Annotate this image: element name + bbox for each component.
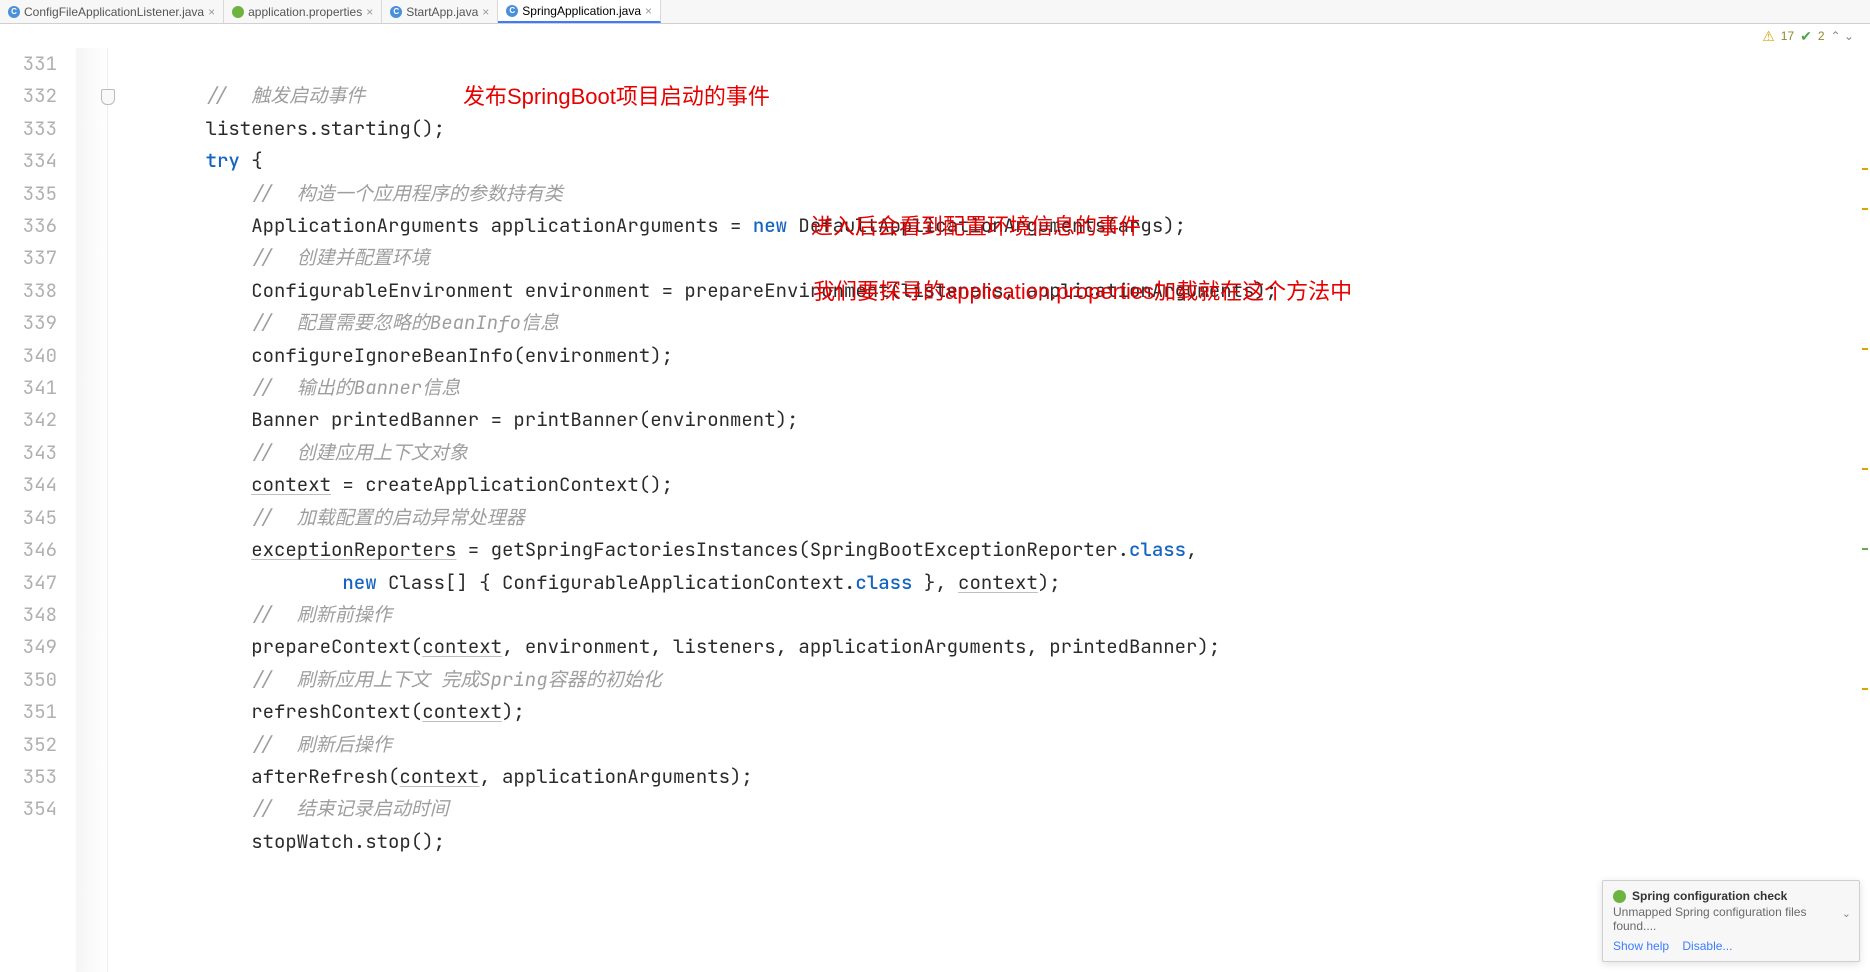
stripe-mark[interactable] — [1862, 348, 1868, 350]
tab-label: application.properties — [248, 5, 362, 19]
code-text: ); — [502, 699, 525, 724]
code-text: Class[] { ConfigurableApplicationContext… — [377, 570, 856, 595]
comment: // 刷新应用上下文 完成Spring容器的初始化 — [251, 667, 661, 692]
keyword: new — [753, 213, 787, 238]
annotation: 我们要探寻的application.properties加载就在这个方法中 — [813, 276, 1352, 308]
code-text: refreshContext( — [251, 699, 422, 724]
stripe-mark[interactable] — [1862, 688, 1868, 690]
disable-link[interactable]: Disable... — [1682, 939, 1732, 953]
tab-label: ConfigFileApplicationListener.java — [24, 5, 204, 19]
chevron-icon[interactable]: ⌃ ⌄ — [1831, 29, 1854, 43]
class-icon: C — [8, 6, 20, 18]
comment: // 刷新前操作 — [251, 602, 392, 627]
variable: context — [251, 472, 331, 497]
code-text: stopWatch.stop(); — [251, 829, 445, 854]
notification-body: Unmapped Spring configuration files foun… — [1613, 905, 1849, 933]
comment: // 创建应用上下文对象 — [251, 440, 468, 465]
comment: // 刷新后操作 — [251, 732, 392, 757]
code-text: Banner printedBanner = printBanner(envir… — [251, 407, 798, 432]
code-text: }, — [912, 570, 958, 595]
spring-icon — [1613, 890, 1626, 903]
code-text: configureIgnoreBeanInfo(environment); — [251, 343, 673, 368]
show-help-link[interactable]: Show help — [1613, 939, 1669, 953]
code-text: ); — [1038, 570, 1061, 595]
comment: // 配置需要忽略的BeanInfo信息 — [251, 310, 559, 335]
annotation: 发布SpringBoot项目启动的事件 — [463, 81, 770, 113]
chevron-down-icon[interactable]: ⌄ — [1842, 907, 1851, 920]
keyword: class — [1129, 537, 1186, 562]
stripe-mark[interactable] — [1862, 208, 1868, 210]
code-text: , environment, listeners, applicationArg… — [502, 634, 1220, 659]
inspection-status: ⚠ 17 ✔ 2 ⌃ ⌄ — [0, 24, 1870, 48]
tab-config-file-listener[interactable]: C ConfigFileApplicationListener.java × — [0, 0, 224, 23]
keyword: new — [342, 570, 376, 595]
tab-label: SpringApplication.java — [522, 4, 641, 18]
stripe-mark[interactable] — [1862, 548, 1868, 550]
line-gutter: 331 332 333 334 335 336 337 338 339 340 … — [0, 48, 76, 972]
variable: exceptionReporters — [251, 537, 456, 562]
stripe-mark[interactable] — [1862, 468, 1868, 470]
comment: // 加载配置的启动异常处理器 — [251, 505, 525, 530]
close-icon[interactable]: × — [208, 5, 215, 19]
code-text: ApplicationArguments applicationArgument… — [251, 213, 753, 238]
annotation: 进入后会看到配置环境信息的事件 — [811, 211, 1141, 243]
close-icon[interactable]: × — [645, 4, 652, 18]
code-text: prepareContext( — [251, 634, 422, 659]
code-area[interactable]: // 触发启动事件 listeners.starting(); try { //… — [108, 48, 1870, 972]
leaf-icon — [232, 6, 244, 18]
variable: context — [958, 570, 1038, 595]
tab-start-app[interactable]: C StartApp.java × — [382, 0, 498, 23]
comment: // 结束记录启动时间 — [251, 796, 449, 821]
variable: context — [422, 699, 502, 724]
comment: // 输出的Banner信息 — [251, 375, 460, 400]
class-icon: C — [390, 6, 402, 18]
variable: context — [422, 634, 502, 659]
comment: // 触发启动事件 — [206, 83, 366, 108]
shield-icon — [101, 89, 115, 105]
variable: context — [399, 764, 479, 789]
stripe-mark[interactable] — [1862, 168, 1868, 170]
tab-label: StartApp.java — [406, 5, 478, 19]
comment: // 构造一个应用程序的参数持有类 — [251, 181, 563, 206]
warning-icon: ⚠ — [1762, 28, 1775, 45]
keyword: try — [206, 148, 240, 173]
notification-spring-config[interactable]: Spring configuration check Unmapped Spri… — [1602, 880, 1860, 962]
editor-tabs: C ConfigFileApplicationListener.java × a… — [0, 0, 1870, 24]
code-editor[interactable]: 331 332 333 334 335 336 337 338 339 340 … — [0, 48, 1870, 972]
code-text: { — [240, 148, 263, 173]
code-text: afterRefresh( — [251, 764, 399, 789]
check-icon: ✔ — [1800, 28, 1812, 45]
keyword: class — [855, 570, 912, 595]
warning-count: 17 — [1781, 29, 1794, 43]
notification-links: Show help Disable... — [1613, 939, 1849, 953]
code-text: = getSpringFactoriesInstances(SpringBoot… — [456, 537, 1129, 562]
code-text: , — [1186, 537, 1197, 562]
code-text: , applicationArguments); — [479, 764, 753, 789]
class-icon: C — [506, 5, 518, 17]
code-text: = createApplicationContext(); — [331, 472, 673, 497]
green-count: 2 — [1818, 29, 1825, 43]
tab-application-properties[interactable]: application.properties × — [224, 0, 382, 23]
gutter-shadow — [76, 48, 108, 972]
code-text: listeners.starting(); — [206, 116, 445, 141]
close-icon[interactable]: × — [482, 5, 489, 19]
error-stripe[interactable] — [1860, 48, 1870, 972]
notification-title: Spring configuration check — [1613, 889, 1849, 903]
close-icon[interactable]: × — [366, 5, 373, 19]
tab-spring-application[interactable]: C SpringApplication.java × — [498, 0, 661, 23]
comment: // 创建并配置环境 — [251, 245, 430, 270]
